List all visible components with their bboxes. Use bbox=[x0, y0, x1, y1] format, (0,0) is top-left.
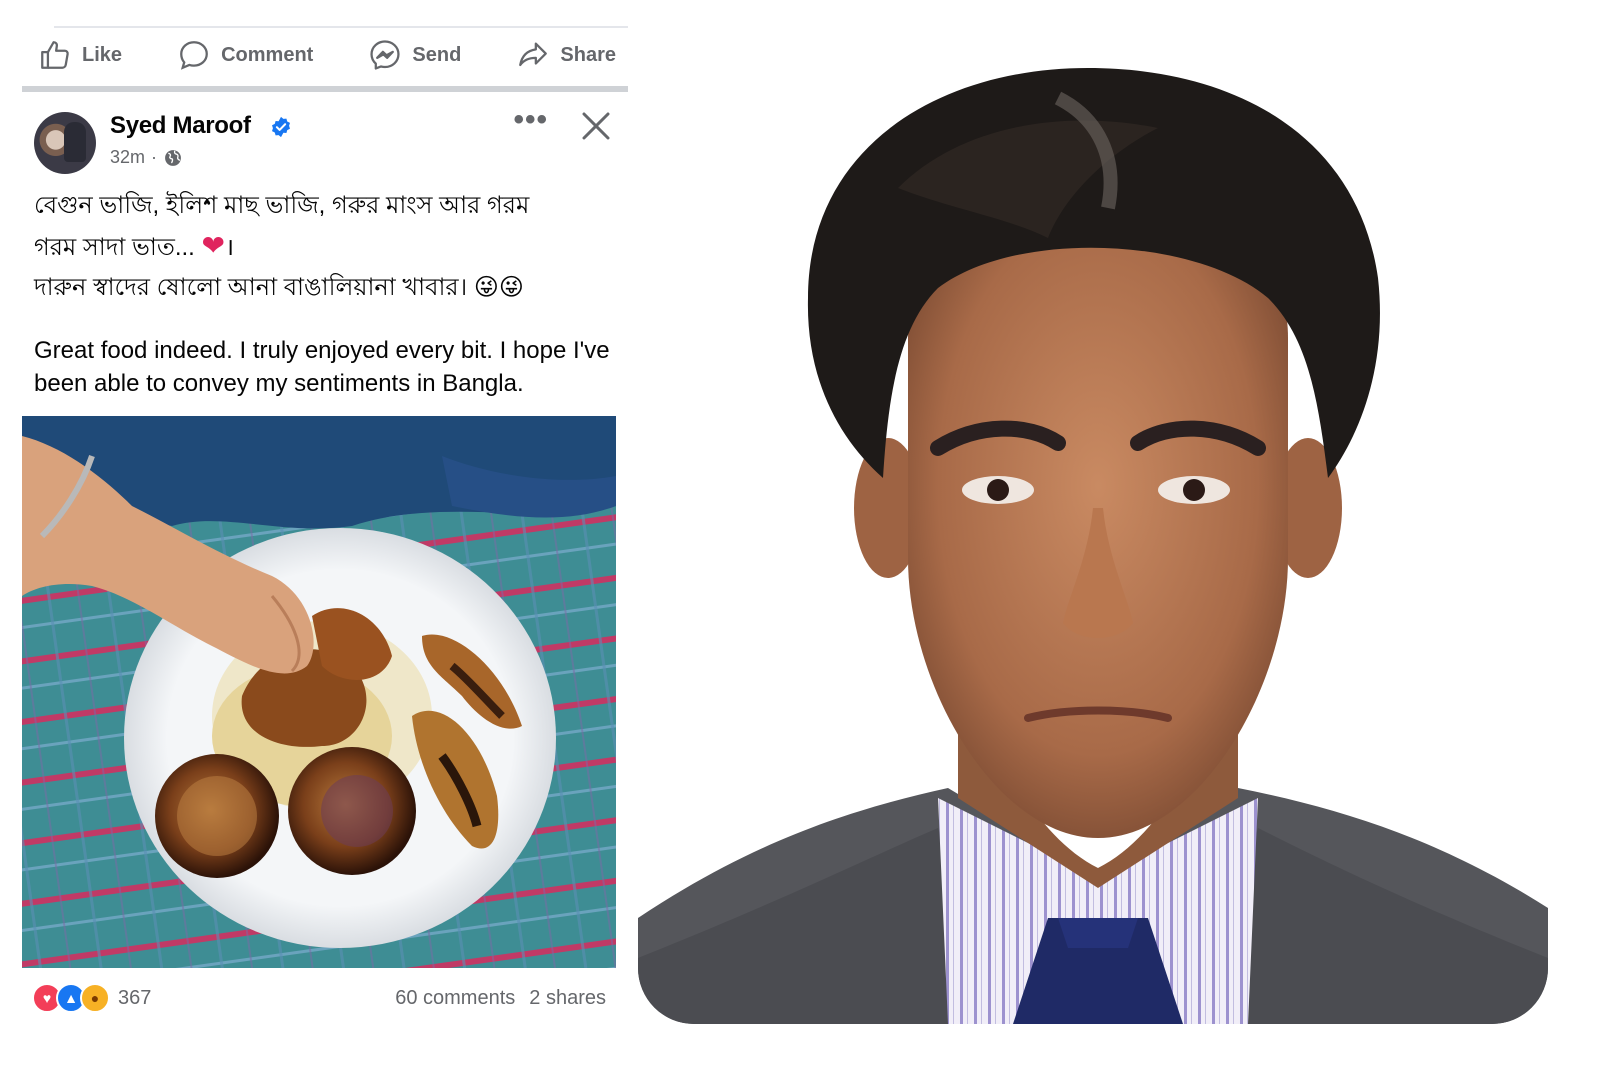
section-divider bbox=[22, 86, 628, 92]
thumbs-up-icon bbox=[41, 41, 69, 69]
post-meta: 32m · bbox=[110, 147, 183, 168]
bangla-line-2: গরম সাদা ভাত... ❤। bbox=[34, 226, 618, 268]
messenger-icon bbox=[370, 40, 401, 70]
post-action-bar: Like Comment Send Share bbox=[22, 30, 628, 80]
reaction-count: 367 bbox=[118, 986, 152, 1009]
send-button[interactable]: Send bbox=[368, 38, 461, 72]
engagement-counts: 60 comments 2 shares bbox=[395, 987, 606, 1010]
comments-count[interactable]: 60 comments bbox=[395, 987, 515, 1010]
winking-emoji: 😜😜 bbox=[473, 274, 524, 301]
shares-count[interactable]: 2 shares bbox=[529, 987, 606, 1010]
screenshot-canvas: Like Comment Send Share Syed Maroof 32m … bbox=[0, 0, 1600, 1067]
close-icon[interactable] bbox=[576, 106, 616, 146]
english-text: Great food indeed. I truly enjoyed every… bbox=[34, 337, 610, 397]
send-label: Send bbox=[412, 43, 462, 66]
share-button[interactable]: Share bbox=[516, 38, 616, 72]
post-header: Syed Maroof 32m · ••• bbox=[34, 105, 618, 178]
more-options-button[interactable]: ••• bbox=[513, 105, 548, 135]
bangla-line-2-text: গরম সাদা ভাত... bbox=[34, 234, 195, 261]
heart-emoji: ❤ bbox=[201, 230, 225, 261]
comment-button[interactable]: Comment bbox=[177, 38, 313, 72]
globe-icon bbox=[165, 149, 181, 166]
care-reaction-icon: ● bbox=[80, 983, 110, 1013]
bangla-line-3: দারুন স্বাদের ষোলো আনা বাঙালিয়ানা খাবার… bbox=[34, 268, 618, 308]
reaction-summary[interactable]: ♥ ▲ ● 367 bbox=[32, 983, 151, 1013]
like-label: Like bbox=[82, 43, 123, 66]
top-divider bbox=[54, 26, 628, 28]
bangla-line-2-end: । bbox=[224, 234, 235, 261]
bangla-line-1: বেগুন ভাজি, ইলিশ মাছ ভাজি, গরুর মাংস আর … bbox=[34, 192, 530, 219]
like-button[interactable]: Like bbox=[38, 38, 122, 72]
reactions-bar: ♥ ▲ ● 367 60 comments 2 shares bbox=[32, 980, 606, 1016]
bangla-line-3-text: দারুন স্বাদের ষোলো আনা বাঙালিয়ানা খাবার… bbox=[34, 274, 468, 301]
post-photo[interactable] bbox=[22, 416, 616, 968]
verified-badge-icon bbox=[272, 116, 290, 138]
portrait-photo bbox=[638, 38, 1548, 1024]
share-label: Share bbox=[560, 43, 616, 66]
facebook-post-card: Like Comment Send Share Syed Maroof 32m … bbox=[22, 0, 628, 1067]
comment-label: Comment bbox=[221, 43, 314, 66]
post-text: বেগুন ভাজি, ইলিশ মাছ ভাজি, গরুর মাংস আর … bbox=[34, 186, 618, 400]
share-arrow-icon bbox=[519, 42, 548, 67]
author-name[interactable]: Syed Maroof bbox=[110, 112, 251, 140]
meta-separator: · bbox=[151, 147, 158, 167]
post-time[interactable]: 32m bbox=[110, 147, 145, 168]
avatar[interactable] bbox=[34, 112, 96, 174]
comment-bubble-icon bbox=[180, 41, 208, 70]
